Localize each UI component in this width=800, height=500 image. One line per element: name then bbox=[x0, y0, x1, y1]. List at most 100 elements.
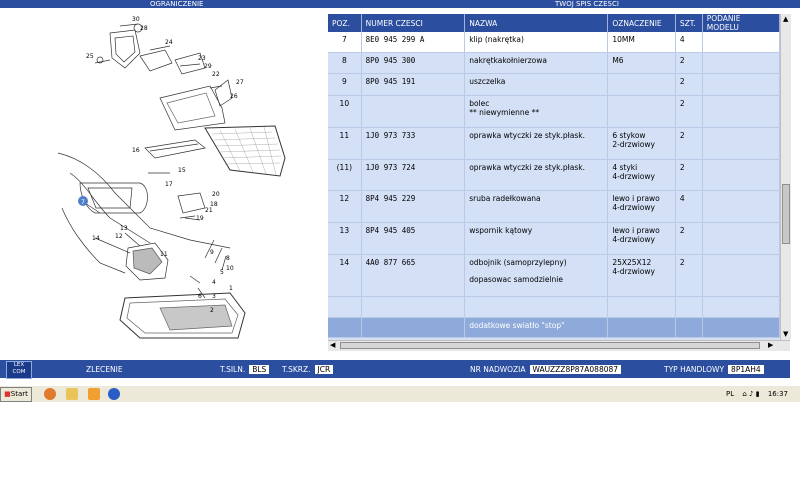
vertical-scroll-thumb[interactable] bbox=[782, 184, 790, 244]
designation-line: M6 bbox=[612, 55, 624, 65]
diagram-label[interactable]: 5 bbox=[220, 269, 224, 276]
diagram-label[interactable]: 7 bbox=[81, 199, 85, 206]
scroll-down-icon[interactable]: ▼ bbox=[783, 330, 788, 339]
language-indicator[interactable]: PL bbox=[726, 390, 734, 398]
folder-icon[interactable] bbox=[66, 388, 78, 400]
diagram-label[interactable]: 25 bbox=[86, 53, 94, 60]
diagram-label[interactable]: 29 bbox=[204, 63, 212, 70]
media-icon[interactable] bbox=[88, 388, 100, 400]
diagram-label[interactable]: 23 bbox=[198, 55, 206, 62]
diagram-label[interactable]: 27 bbox=[236, 79, 244, 86]
diagram-label[interactable]: 28 bbox=[140, 25, 148, 32]
col-header-quantity[interactable]: SZT. bbox=[675, 14, 703, 32]
table-row[interactable]: 12 8P4 945 229 sruba radełkowana lewo i … bbox=[328, 190, 781, 223]
start-button[interactable]: ■Start bbox=[0, 387, 32, 402]
table-row[interactable]: 7 8E0 945 299 A klip (nakrętka) 10MM 4 bbox=[328, 32, 781, 53]
engine-label: T.SILN. bbox=[220, 365, 246, 374]
cell-poz: 10 bbox=[328, 95, 362, 128]
table-row[interactable]: dodatkowe swiatło "stop" bbox=[328, 317, 781, 338]
diagram-label[interactable]: 10 bbox=[226, 265, 234, 272]
engine-field: T.SILN. BLS bbox=[220, 364, 270, 375]
cell-poz bbox=[328, 317, 362, 338]
col-header-poz[interactable]: POZ. bbox=[328, 14, 362, 32]
table-row[interactable]: 13 8P4 945 405 wspornik kątowy lewo i pr… bbox=[328, 222, 781, 255]
scroll-up-icon[interactable]: ▲ bbox=[783, 15, 788, 24]
cell-name: klip (nakrętka) bbox=[464, 32, 609, 53]
designation-line-2: 4-drzwiowy bbox=[612, 234, 655, 244]
name-line: oprawka wtyczki ze styk.płask. bbox=[469, 162, 586, 172]
diagram-label[interactable]: 19 bbox=[196, 215, 204, 222]
cell-poz: 14 bbox=[328, 254, 362, 297]
table-row[interactable]: 11 1J0 973 733 oprawka wtyczki ze styk.p… bbox=[328, 127, 781, 160]
diagram-label[interactable]: 6 bbox=[198, 293, 202, 300]
exploded-parts-diagram[interactable]: 30 28 25 24 27 23 22 1 2 5 7 18 17 16 15… bbox=[0, 8, 328, 350]
cell-model bbox=[702, 73, 781, 96]
col-header-model[interactable]: PODANIE MODELU bbox=[702, 14, 781, 32]
trade-type-value: 8P1AH4 bbox=[728, 365, 764, 374]
name-line: nakrętkakołnierzowa bbox=[469, 55, 547, 65]
diagram-label[interactable]: 2 bbox=[210, 307, 214, 314]
cell-model bbox=[702, 159, 781, 191]
diagram-label[interactable]: 22 bbox=[212, 71, 220, 78]
cell-name: odbojnik (samoprzylepny) dopasowac samodz… bbox=[464, 254, 609, 297]
vertical-scrollbar[interactable]: ▲ ▼ bbox=[780, 14, 791, 340]
cell-quantity: 2 bbox=[675, 52, 703, 74]
designation-line-2: 2-drzwiowy bbox=[612, 139, 655, 149]
cell-name: uszczelka bbox=[464, 73, 609, 96]
col-header-designation[interactable]: OZNACZENIE bbox=[607, 14, 676, 32]
cell-designation: 10MM bbox=[607, 32, 676, 53]
scroll-right-icon[interactable]: ▶ bbox=[768, 341, 773, 350]
table-row[interactable] bbox=[328, 296, 781, 318]
col-header-part-number[interactable]: NUMER CZESCI bbox=[361, 14, 466, 32]
cell-part-number: 1J0 973 733 bbox=[361, 127, 466, 160]
table-row[interactable]: 8 8P0 945 300 nakrętkakołnierzowa M6 2 bbox=[328, 52, 781, 74]
diagram-label[interactable]: 17 bbox=[165, 181, 173, 188]
diagram-label[interactable]: 16 bbox=[132, 147, 140, 154]
diagram-label[interactable]: 8 bbox=[226, 255, 230, 262]
designation-line: lewo i prawo bbox=[612, 225, 660, 235]
cell-quantity bbox=[675, 296, 703, 318]
table-row[interactable]: 10 bolec ** niewymienne ** 2 bbox=[328, 95, 781, 128]
cell-part-number: 8P0 945 191 bbox=[361, 73, 466, 96]
table-row[interactable]: (11) 1J0 973 724 oprawka wtyczki ze styk… bbox=[328, 159, 781, 191]
diagram-label[interactable]: 12 bbox=[115, 233, 123, 240]
horizontal-scrollbar[interactable]: ◀ ▶ bbox=[328, 340, 790, 351]
cell-name: dodatkowe swiatło "stop" bbox=[464, 317, 609, 338]
diagram-label[interactable]: 3 bbox=[212, 293, 216, 300]
diagram-label[interactable]: 13 bbox=[120, 225, 128, 232]
vin-label: NR NADWOZIA bbox=[470, 365, 526, 374]
diagram-label[interactable]: 14 bbox=[92, 235, 100, 242]
cell-part-number: 8E0 945 299 A bbox=[361, 32, 466, 53]
diagram-label[interactable]: 1 bbox=[229, 285, 233, 292]
name-line: uszczelka bbox=[469, 76, 506, 86]
diagram-label[interactable]: 30 bbox=[132, 16, 140, 23]
scroll-left-icon[interactable]: ◀ bbox=[330, 341, 335, 350]
cell-poz: (11) bbox=[328, 159, 362, 191]
windows-flag-icon: ■ bbox=[4, 390, 11, 398]
diagram-label[interactable]: 20 bbox=[212, 191, 220, 198]
diagram-label[interactable]: 24 bbox=[165, 39, 173, 46]
table-row[interactable]: 9 8P0 945 191 uszczelka 2 bbox=[328, 73, 781, 96]
vin-field: NR NADWOZIA WAUZZZ8P87A088087 bbox=[470, 364, 622, 375]
cell-model bbox=[702, 222, 781, 255]
engine-value: BLS bbox=[249, 365, 270, 374]
horizontal-scroll-thumb[interactable] bbox=[340, 342, 760, 349]
diagram-label[interactable]: 4 bbox=[212, 279, 216, 286]
diagram-label[interactable]: 9 bbox=[210, 249, 214, 256]
diagram-label[interactable]: 11 bbox=[160, 251, 168, 258]
cell-model bbox=[702, 190, 781, 223]
clock[interactable]: 16:37 bbox=[768, 390, 788, 398]
diagram-label[interactable]: 21 bbox=[205, 207, 213, 214]
cell-poz: 7 bbox=[328, 32, 362, 53]
col-header-name[interactable]: NAZWA bbox=[464, 14, 609, 32]
cell-part-number bbox=[361, 296, 466, 318]
windows-taskbar: ■Start PL ⌂ ♪ ▮ 16:37 bbox=[0, 385, 800, 402]
app-icon[interactable] bbox=[108, 388, 120, 400]
diagram-label[interactable]: 26 bbox=[230, 93, 238, 100]
cell-quantity: 2 bbox=[675, 127, 703, 160]
cell-quantity: 4 bbox=[675, 190, 703, 223]
tray-icons[interactable]: ⌂ ♪ ▮ bbox=[742, 390, 759, 398]
firefox-icon[interactable] bbox=[44, 388, 56, 400]
diagram-label[interactable]: 15 bbox=[178, 167, 186, 174]
table-row[interactable]: 14 4A0 877 665 odbojnik (samoprzylepny) d… bbox=[328, 254, 781, 297]
